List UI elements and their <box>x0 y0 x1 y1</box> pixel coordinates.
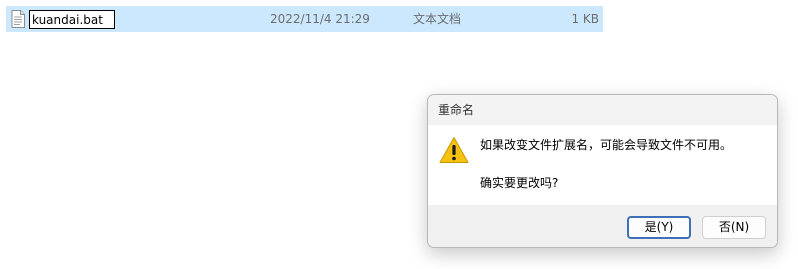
file-list-row[interactable]: 2022/11/4 21:29 文本文档 1 KB <box>6 6 603 32</box>
file-size: 1 KB <box>571 12 599 26</box>
no-button[interactable]: 否(N) <box>702 216 766 239</box>
yes-button[interactable]: 是(Y) <box>627 216 691 239</box>
dialog-titlebar[interactable]: 重命名 <box>428 95 777 125</box>
dialog-question: 确实要更改吗? <box>480 176 559 190</box>
file-type: 文本文档 <box>413 12 462 26</box>
file-date-modified: 2022/11/4 21:29 <box>270 12 370 26</box>
dialog-title: 重命名 <box>438 103 475 117</box>
rename-input[interactable] <box>29 10 115 29</box>
dialog-body: 如果改变文件扩展名，可能会导致文件不可用。 确实要更改吗? <box>428 125 777 205</box>
warning-icon <box>439 136 469 164</box>
rename-warning-dialog: 重命名 如果改变文件扩展名，可能会导致文件不可用。 确实要更改吗? 是(Y) 否… <box>427 94 778 248</box>
dialog-message: 如果改变文件扩展名，可能会导致文件不可用。 <box>480 138 733 152</box>
text-file-icon <box>11 10 25 28</box>
dialog-footer: 是(Y) 否(N) <box>428 205 777 247</box>
